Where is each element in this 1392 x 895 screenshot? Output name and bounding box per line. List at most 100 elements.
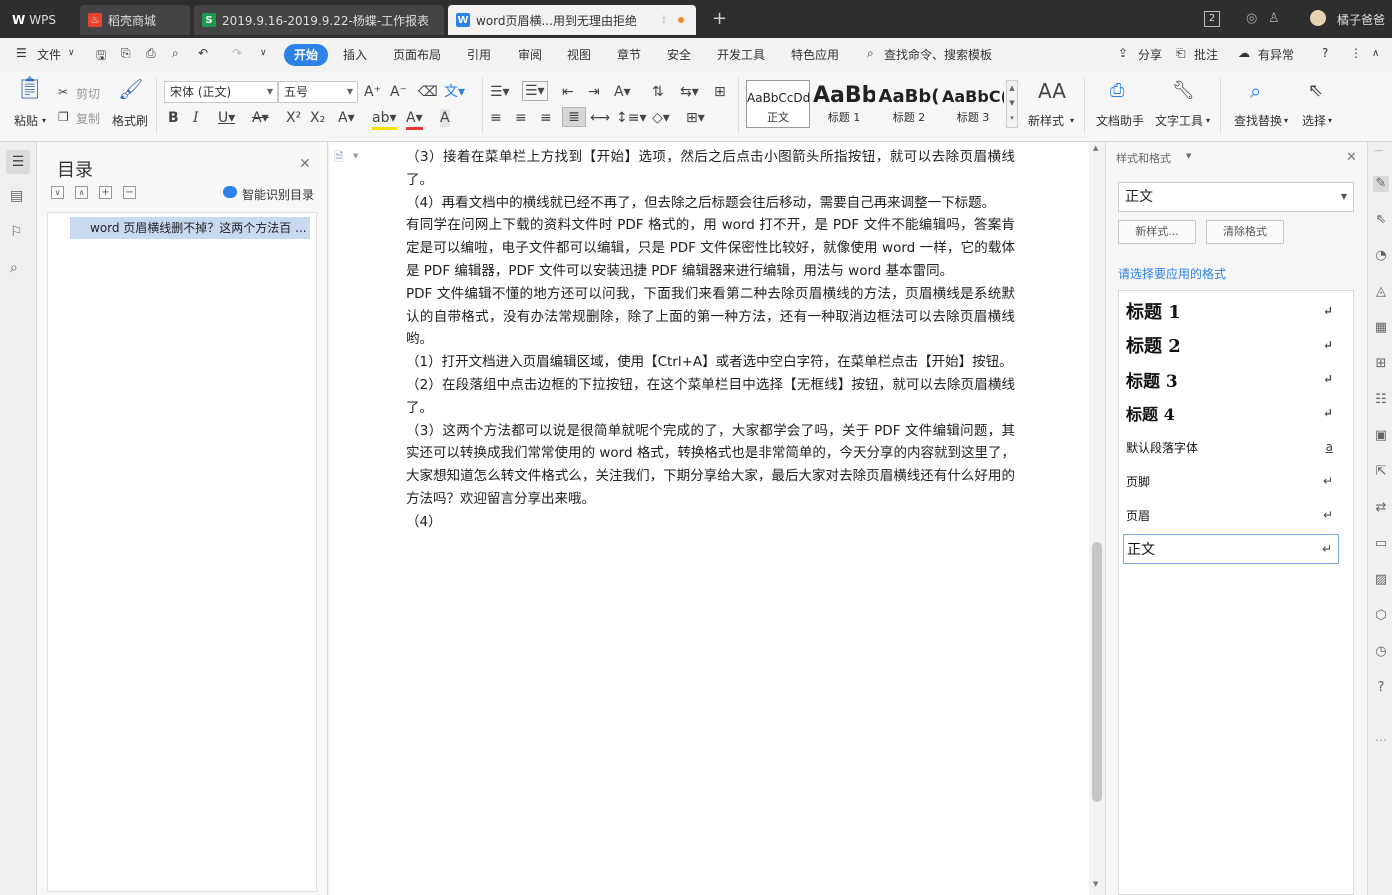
- style-item-normal[interactable]: 正文 ↵: [1123, 534, 1339, 564]
- avatar[interactable]: [1310, 10, 1326, 26]
- cut-button[interactable]: 剪切: [76, 85, 100, 102]
- close-icon[interactable]: ✕: [1346, 150, 1357, 165]
- vertical-scrollbar[interactable]: ▲ ▼: [1089, 142, 1105, 895]
- menu-file[interactable]: 文件: [37, 46, 61, 63]
- pin-icon[interactable]: ⟟: [662, 13, 666, 27]
- style-gallery-h3[interactable]: AaBbC( 标题 3: [941, 80, 1005, 128]
- tab-chapter[interactable]: 章节: [617, 46, 641, 63]
- settings-sliders-icon[interactable]: ☷: [1373, 392, 1389, 408]
- sort-icon[interactable]: ⇅: [652, 83, 664, 101]
- grow-font-icon[interactable]: A⁺: [364, 83, 381, 101]
- print-preview-icon[interactable]: ⌕: [172, 46, 179, 61]
- more-icon[interactable]: ⋮: [1350, 46, 1362, 60]
- save-icon[interactable]: 🖫: [96, 46, 106, 67]
- close-icon[interactable]: ✕: [299, 156, 311, 172]
- history-clock-icon[interactable]: ◷: [1373, 644, 1389, 660]
- scroll-down-icon[interactable]: ▼: [1093, 880, 1098, 888]
- doc-paragraph[interactable]: （4）再看文档中的横线就已经不再了，但去除之后标题会往后移动，需要自己再来调整一…: [406, 192, 1015, 215]
- style-format-icon[interactable]: ✎: [1373, 176, 1389, 192]
- find-nav-icon[interactable]: ⌕: [10, 260, 18, 276]
- image-edit-icon[interactable]: ▣: [1373, 428, 1389, 444]
- tab-references[interactable]: 引用: [467, 46, 491, 63]
- format-painter-button[interactable]: 格式刷: [112, 112, 148, 129]
- new-style-button[interactable]: 新样式: [1028, 112, 1064, 129]
- strip-collapse-icon[interactable]: —: [1374, 146, 1383, 156]
- remove-heading-icon[interactable]: −: [123, 186, 136, 199]
- style-item-header[interactable]: 页眉 ↵: [1123, 500, 1339, 530]
- history-icon[interactable]: ◎: [1246, 11, 1257, 26]
- text-tools-button[interactable]: 文字工具: [1155, 112, 1203, 129]
- tab-view[interactable]: 视图: [567, 46, 591, 63]
- tab-docer[interactable]: ♨ 稻壳商城: [80, 5, 190, 35]
- borders-icon[interactable]: ⊞▾: [686, 109, 705, 127]
- doc-paragraph[interactable]: （1）打开文档进入页眉编辑区域，使用【Ctrl+A】或者选中空白字符，在菜单栏点…: [406, 351, 1015, 374]
- command-search-input[interactable]: 查找命令、搜索模板: [884, 46, 992, 63]
- tab-insert[interactable]: 插入: [343, 46, 367, 63]
- tab-page-layout[interactable]: 页面布局: [393, 46, 441, 63]
- help-circle-icon[interactable]: ?: [1373, 680, 1389, 696]
- doc-paragraph[interactable]: （2）在段落组中点击边框的下拉按钮，在这个菜单栏目中选择【无框线】按钮，就可以去…: [406, 374, 1015, 420]
- more-dots-icon[interactable]: ⋯: [1373, 732, 1389, 748]
- align-left-icon[interactable]: ≡: [490, 109, 502, 127]
- expand-all-icon[interactable]: ∧: [75, 186, 88, 199]
- italic-icon[interactable]: I: [193, 109, 199, 127]
- new-tab-button[interactable]: +: [712, 8, 727, 29]
- new-style-icon[interactable]: AA: [1038, 81, 1066, 101]
- format-painter-icon[interactable]: 🖌︎: [118, 79, 143, 99]
- tab-document-active[interactable]: W word页眉横...用到无理由拒绝 ⟟: [448, 5, 696, 35]
- scroll-up-icon[interactable]: ▲: [1093, 144, 1098, 152]
- distributed-align-icon[interactable]: ⟷: [590, 109, 610, 127]
- current-style-select[interactable]: 正文 ▼: [1118, 182, 1354, 212]
- text-shape-icon[interactable]: ◬: [1373, 284, 1389, 300]
- style-item-heading-2[interactable]: 标题 2 ↵: [1123, 330, 1339, 360]
- paste-icon[interactable]: 📋︎: [16, 78, 44, 100]
- table-icon[interactable]: ▦: [1373, 320, 1389, 336]
- backup-shield-icon[interactable]: ⬡: [1373, 608, 1389, 624]
- select-cursor-icon[interactable]: ⇖: [1308, 82, 1323, 100]
- style-gallery-h2[interactable]: AaBb( 标题 2: [877, 80, 941, 128]
- highlight-icon[interactable]: ab▾: [372, 109, 397, 130]
- font-size-select[interactable]: 五号 ▼: [278, 81, 358, 103]
- strikethrough-icon[interactable]: A▾: [252, 109, 269, 127]
- shading-icon[interactable]: ◇▾: [652, 109, 670, 127]
- redo-icon[interactable]: ↷: [232, 46, 242, 60]
- translate-icon[interactable]: ⇄: [1373, 500, 1389, 516]
- style-gallery-h1[interactable]: AaBb 标题 1: [812, 80, 876, 128]
- page-thumbnail-icon[interactable]: ▤: [10, 188, 23, 204]
- style-item-heading-3[interactable]: 标题 3 ↵: [1123, 364, 1339, 394]
- doc-paragraph[interactable]: （3）接着在菜单栏上方找到【开始】选项，然后之后点击小图箭头所指按钮，就可以去除…: [406, 146, 1015, 192]
- collapse-ribbon-icon[interactable]: ∧: [1372, 48, 1379, 59]
- cut-icon[interactable]: ✂: [58, 83, 68, 101]
- style-item-default-font[interactable]: 默认段落字体 a: [1123, 432, 1339, 462]
- bullet-list-icon[interactable]: ☰▾: [490, 83, 510, 101]
- bookmark-icon[interactable]: ⚐: [10, 224, 23, 240]
- skin-icon[interactable]: ♙: [1268, 11, 1280, 26]
- font-name-select[interactable]: 宋体 (正文) ▼: [164, 81, 278, 103]
- document-page[interactable]: 🗎︎ ▼ （3）接着在菜单栏上方找到【开始】选项，然后之后点击小图箭头所指按钮，…: [329, 142, 1089, 895]
- comment-button[interactable]: 批注: [1194, 46, 1218, 63]
- undo-icon[interactable]: ↶: [198, 46, 208, 60]
- phonetic-icon[interactable]: 文▾: [444, 83, 465, 101]
- line-spacing-icon[interactable]: ↕≡▾: [616, 109, 647, 127]
- quick-access-dropdown-icon[interactable]: ∨: [260, 48, 267, 58]
- print-icon[interactable]: ⎙: [146, 46, 156, 61]
- add-heading-icon[interactable]: +: [99, 186, 112, 199]
- clear-format-button[interactable]: 清除格式: [1206, 220, 1284, 244]
- doc-assistant-button[interactable]: 文档助手: [1096, 112, 1144, 129]
- doc-paragraph[interactable]: （3）这两个方法都可以说是很简单就呢个完成的了，大家都学会了吗，关于 PDF 文…: [406, 420, 1015, 511]
- document-body[interactable]: （3）接着在菜单栏上方找到【开始】选项，然后之后点击小图箭头所指按钮，就可以去除…: [406, 146, 1015, 534]
- share-button[interactable]: 分享: [1138, 46, 1162, 63]
- doc-assistant-icon[interactable]: ⎙: [1110, 82, 1124, 100]
- find-replace-icon[interactable]: ⌕: [1250, 81, 1261, 101]
- tab-review[interactable]: 审阅: [518, 46, 542, 63]
- superscript-icon[interactable]: X²: [286, 109, 301, 127]
- style-item-footer[interactable]: 页脚 ↵: [1123, 466, 1339, 496]
- chevron-down-icon[interactable]: ▼: [353, 152, 358, 160]
- text-effect-icon[interactable]: A▾: [338, 109, 355, 127]
- user-name[interactable]: 橘子爸爸: [1337, 11, 1385, 28]
- select-button[interactable]: 选择: [1302, 112, 1326, 129]
- shrink-font-icon[interactable]: A⁻: [390, 83, 407, 101]
- doc-paragraph[interactable]: 有同学在问网上下载的资料文件时 PDF 格式的，用 word 打不开，是 PDF…: [406, 214, 1015, 282]
- help-button[interactable]: ?: [1322, 46, 1328, 60]
- bold-icon[interactable]: B: [168, 109, 179, 127]
